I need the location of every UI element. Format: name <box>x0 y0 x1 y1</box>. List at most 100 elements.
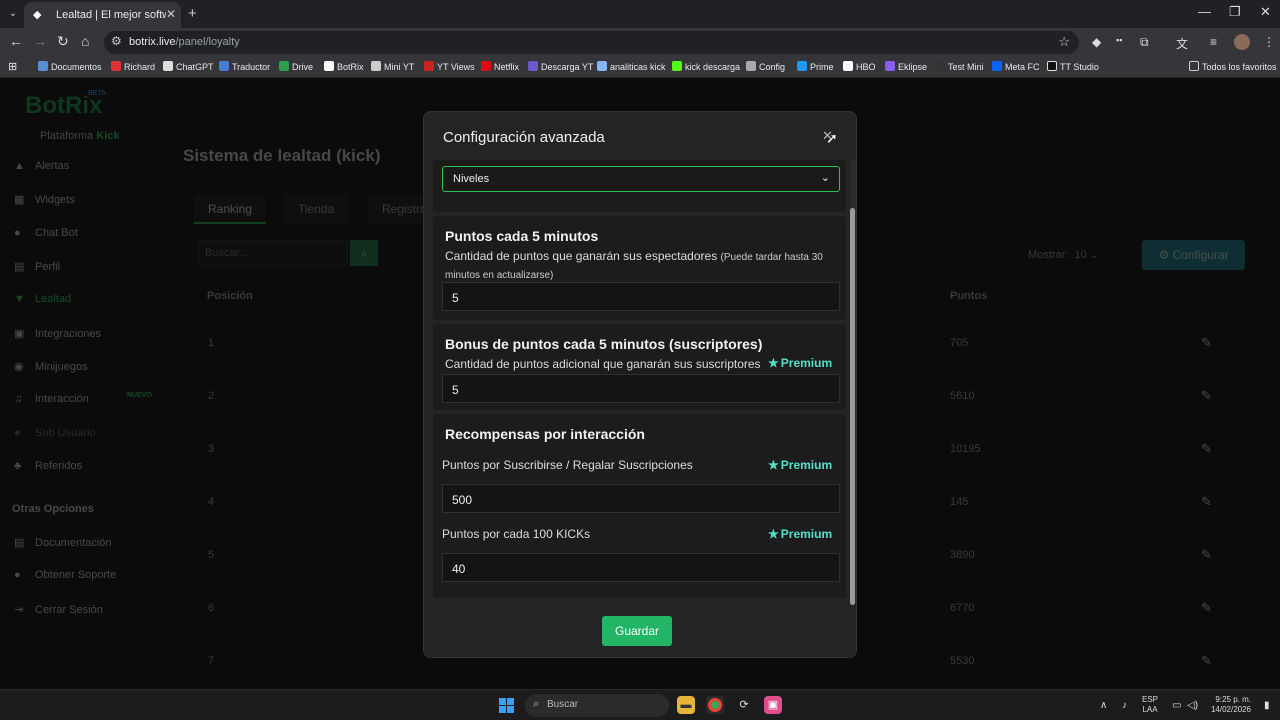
bookmark-label: ChatGPT <box>176 62 214 72</box>
extension-icon[interactable]: ▪▪ <box>1116 35 1122 45</box>
reload-icon[interactable]: ↻ <box>57 33 69 50</box>
bookmark[interactable]: Drive <box>279 61 313 72</box>
bookmark[interactable]: Config <box>746 61 785 72</box>
star-icon: ★ <box>768 527 779 541</box>
bonus-section: Bonus de puntos cada 5 minutos (suscript… <box>433 324 846 410</box>
url-text: botrix.live/panel/loyalty <box>129 36 240 48</box>
bookmark-label: Traductor <box>232 62 271 72</box>
tray-chevron-icon[interactable]: ∧ <box>1100 700 1107 711</box>
tab-search-icon[interactable]: ⌄ <box>4 5 22 23</box>
new-tab-icon[interactable]: + <box>188 5 197 22</box>
bookmark[interactable]: BotRix <box>324 61 364 72</box>
premium-label: Premium <box>780 527 833 541</box>
bookmark[interactable]: HBO <box>843 61 876 72</box>
bookmark[interactable]: Meta FC <box>992 61 1040 72</box>
mode-select[interactable]: Niveles ⌄ <box>442 166 840 192</box>
chrome-icon[interactable] <box>706 696 724 714</box>
chrome-logo <box>708 698 722 712</box>
bookmark[interactable]: Mini YT <box>371 61 414 72</box>
tab-close-icon[interactable]: ✕ <box>166 7 176 21</box>
bookmark[interactable]: Netflix <box>481 61 519 72</box>
bookmark[interactable]: ChatGPT <box>163 61 214 72</box>
bookmark[interactable]: Descarga YT <box>528 61 593 72</box>
window-close-icon[interactable]: ✕ <box>1260 4 1271 20</box>
save-button[interactable]: Guardar <box>602 616 672 646</box>
kicks-points-input[interactable]: 40 <box>442 553 840 582</box>
bookmark[interactable]: TT Studio <box>1047 61 1099 72</box>
premium-badge: ★ Premium <box>768 527 832 541</box>
rewards-section: Recompensas por interacción Puntos por S… <box>433 414 846 598</box>
bookmark-star-icon[interactable]: ☆ <box>1058 34 1070 50</box>
bookmark[interactable]: kick descarga <box>672 61 740 72</box>
all-bookmarks-label: Todos los favoritos <box>1202 62 1277 72</box>
home-icon[interactable]: ⌂ <box>81 33 89 49</box>
url-path: /panel/loyalty <box>175 36 240 48</box>
network-icon[interactable]: ▭ <box>1172 700 1181 711</box>
clock-date: 14/02/2026 <box>1210 705 1251 714</box>
clock[interactable]: 9:25 p. m. 14/02/2026 <box>1205 695 1251 715</box>
language-indicator[interactable]: ESP LAA <box>1142 695 1158 715</box>
apps-grid-icon[interactable]: ⊞ <box>8 60 17 73</box>
volume-icon[interactable]: ◁) <box>1187 700 1198 711</box>
windows-start-icon[interactable] <box>499 698 514 713</box>
bookmark-label: analiticas kick <box>610 62 666 72</box>
menu-dots-icon[interactable]: ⋮ <box>1263 35 1275 49</box>
kicks-points-label: Puntos por cada 100 KICKs <box>442 527 591 541</box>
media-icon[interactable]: ≡ <box>1210 35 1217 49</box>
premium-label: Premium <box>780 356 833 370</box>
points-input[interactable]: 5 <box>442 282 840 311</box>
maximize-icon[interactable]: ❐ <box>1229 4 1241 20</box>
translate-icon[interactable]: 文 <box>1176 35 1188 52</box>
bookmark-label: Config <box>759 62 786 72</box>
bookmark[interactable]: Eklipse <box>885 61 927 72</box>
app-icon[interactable]: ⟳ <box>735 696 753 714</box>
mode-select-value: Niveles <box>453 173 490 185</box>
bookmark[interactable]: analiticas kick <box>597 61 666 72</box>
rewards-title: Recompensas por interacción <box>445 426 645 442</box>
clock-time: 9:25 p. m. <box>1215 695 1251 704</box>
bookmark-label: Prime <box>810 62 834 72</box>
points-description: Cantidad de puntos que ganarán sus espec… <box>445 248 840 284</box>
browser-tab[interactable]: ◆ Lealtad | El mejor software para ✕ <box>24 2 181 28</box>
extensions-puzzle-icon[interactable]: ⧉ <box>1140 35 1149 50</box>
subs-points-input[interactable]: 500 <box>442 484 840 513</box>
minimize-icon[interactable]: — <box>1198 4 1211 19</box>
mode-section: Niveles ⌄ <box>433 160 846 212</box>
points-section: Puntos cada 5 minutos Cantidad de puntos… <box>433 216 846 320</box>
points-title: Puntos cada 5 minutos <box>445 228 599 244</box>
bookmark[interactable]: Traductor <box>219 61 270 72</box>
browser-toolbar: ← → ↻ ⌂ ⚙ botrix.live/panel/loyalty ☆ ◆ … <box>0 28 1280 56</box>
premium-label: Premium <box>780 458 833 472</box>
taskbar-search-label: Buscar <box>547 699 579 710</box>
scrollbar-thumb[interactable] <box>850 208 855 605</box>
profile-avatar[interactable] <box>1234 34 1250 50</box>
address-bar[interactable]: ⚙ botrix.live/panel/loyalty ☆ <box>104 31 1079 54</box>
forward-icon[interactable]: → <box>33 33 47 49</box>
premium-badge: ★ Premium <box>768 356 832 370</box>
site-info-icon[interactable]: ⚙ <box>111 34 122 48</box>
notifications-icon[interactable]: ▮ <box>1264 700 1270 711</box>
file-explorer-icon[interactable]: ▬ <box>677 696 695 714</box>
bookmark-label: Test Mini <box>948 62 984 72</box>
bookmark-label: Drive <box>292 62 314 72</box>
bookmark-label: HBO <box>856 62 876 72</box>
all-bookmarks[interactable]: Todos los favoritos <box>1189 61 1277 72</box>
lang-secondary: LAA <box>1142 705 1158 714</box>
bookmark[interactable]: Test Mini <box>935 61 984 72</box>
bookmark[interactable]: Richard <box>111 61 155 72</box>
extension-icon[interactable]: ◆ <box>1092 35 1101 49</box>
bookmark-label: YT Views <box>437 62 475 72</box>
star-icon: ★ <box>768 356 779 370</box>
bonus-title: Bonus de puntos cada 5 minutos (suscript… <box>445 336 763 352</box>
bonus-input[interactable]: 5 <box>442 374 840 403</box>
bookmark[interactable]: YT Views <box>424 61 475 72</box>
bookmark[interactable]: Prime <box>797 61 834 72</box>
microphone-icon[interactable]: ♪ <box>1122 700 1127 711</box>
modal-scroll-area[interactable]: Niveles ⌄ Puntos cada 5 minutos Cantidad … <box>430 160 852 598</box>
search-icon: ⌕ <box>533 698 540 710</box>
taskbar-search[interactable]: ⌕ Buscar <box>525 694 669 717</box>
app-icon[interactable]: ▣ <box>764 696 782 714</box>
bookmark[interactable]: Documentos <box>38 61 102 72</box>
back-icon[interactable]: ← <box>9 33 23 49</box>
windows-logo-tile <box>499 698 506 705</box>
